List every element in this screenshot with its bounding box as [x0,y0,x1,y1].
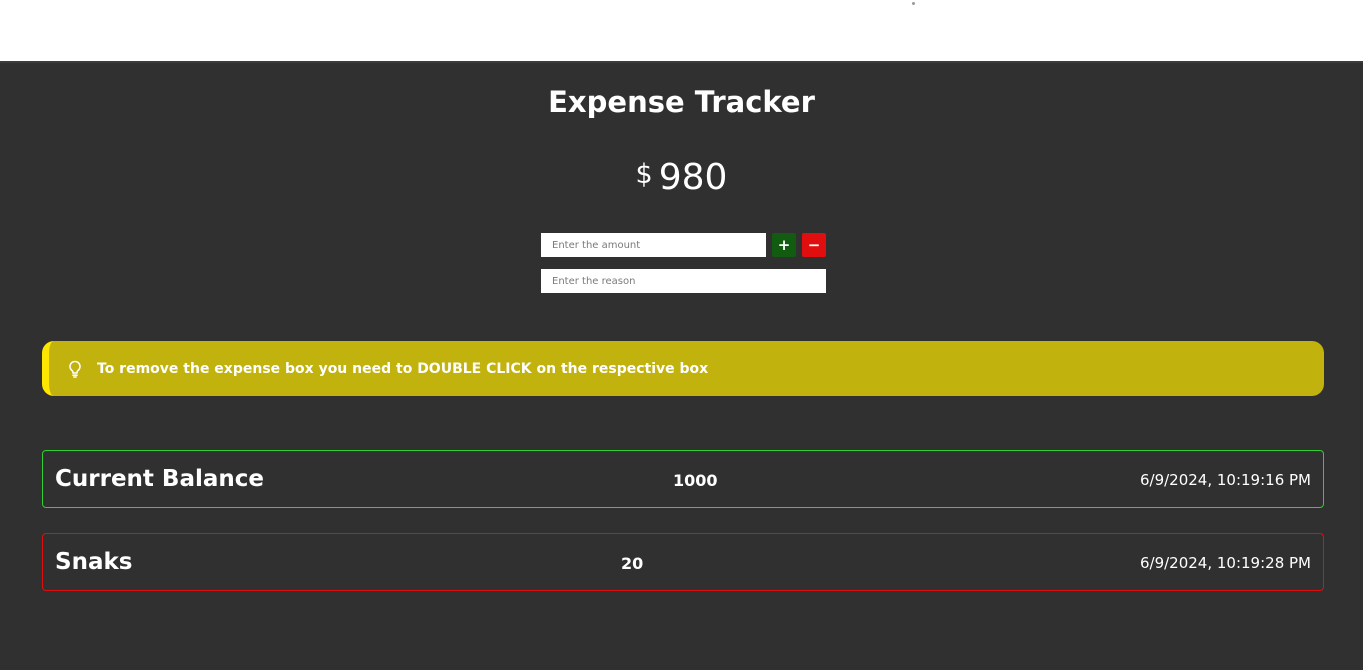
balance-amount: 980 [658,157,728,198]
entry-timestamp: 6/9/2024, 10:19:28 PM [1139,554,1311,572]
tip-text: To remove the expense box you need to DO… [97,360,709,377]
expense-tracker-app: Expense Tracker $980 + − To remove the e… [0,61,1363,670]
entry-amount: 20 [621,554,644,573]
balance-display: $980 [0,157,1363,198]
subtract-button[interactable]: − [802,233,826,257]
top-bar [0,0,1363,61]
tip-banner: To remove the expense box you need to DO… [42,341,1324,396]
lightbulb-icon [69,360,81,378]
reason-input[interactable] [541,269,826,293]
entry-timestamp: 6/9/2024, 10:19:16 PM [1139,471,1311,489]
expense-entry[interactable]: Current Balance 1000 6/9/2024, 10:19:16 … [42,450,1324,508]
top-bar-dot [912,2,915,5]
entry-amount: 1000 [673,471,718,490]
page-title: Expense Tracker [548,85,815,119]
amount-input[interactable] [541,233,766,257]
currency-symbol: $ [635,159,653,190]
add-button[interactable]: + [772,233,796,257]
expense-entry[interactable]: Snaks 20 6/9/2024, 10:19:28 PM [42,533,1324,591]
entry-name: Snaks [55,549,133,575]
entry-name: Current Balance [55,466,264,492]
